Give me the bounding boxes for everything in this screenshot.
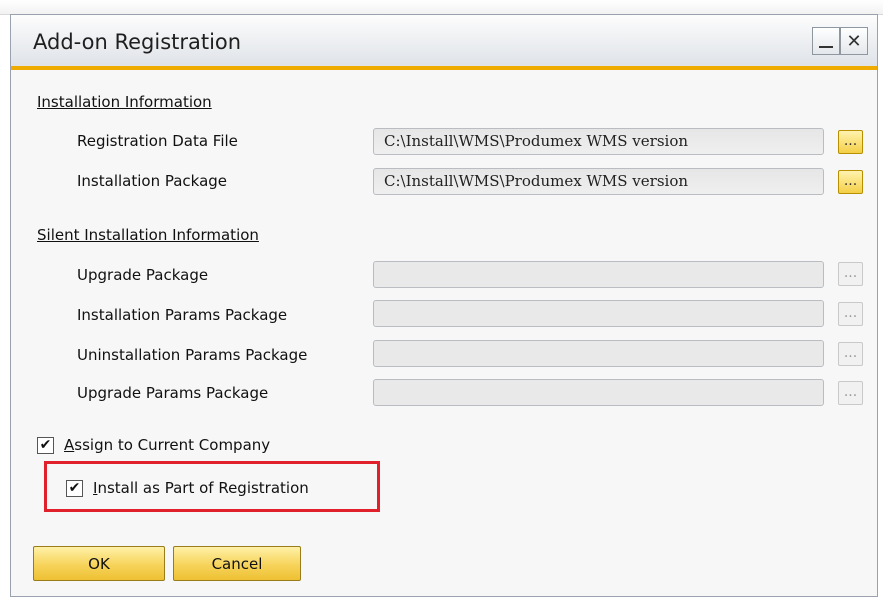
upgrade-params-package-field[interactable] <box>373 379 824 406</box>
checkmark-icon: ✔ <box>39 437 52 453</box>
installation-params-package-browse-button[interactable]: ... <box>838 302 863 326</box>
checkmark-icon: ✔ <box>68 480 81 496</box>
ok-button[interactable]: OK <box>33 546 165 581</box>
installation-params-package-field[interactable] <box>373 300 824 327</box>
install-as-part-of-registration-label: Install as Part of Registration <box>93 479 309 497</box>
assign-to-current-company-option[interactable]: ✔ Assign to Current Company <box>37 436 270 454</box>
assign-to-current-company-checkbox[interactable]: ✔ <box>37 436 54 454</box>
installation-package-label: Installation Package <box>77 172 228 190</box>
uninstallation-params-package-browse-button[interactable]: ... <box>838 342 863 366</box>
add-on-registration-dialog: Add-on Registration ✕ Installation Infor… <box>10 14 878 597</box>
installation-params-package-label: Installation Params Package <box>77 306 288 324</box>
section-title-silent-installation-information: Silent Installation Information <box>37 226 259 244</box>
title-bar: Add-on Registration ✕ <box>11 15 877 70</box>
minimize-button[interactable] <box>812 27 840 55</box>
upgrade-params-package-browse-button[interactable]: ... <box>838 381 863 405</box>
label-rest: nstall as Part of Registration <box>97 479 309 497</box>
assign-to-current-company-label: Assign to Current Company <box>64 436 270 454</box>
registration-data-file-label: Registration Data File <box>77 132 238 150</box>
installation-package-browse-button[interactable]: ... <box>838 170 863 194</box>
background-strip <box>0 0 883 15</box>
label-rest: ssign to Current Company <box>74 436 271 454</box>
minimize-icon <box>819 46 833 48</box>
window-title: Add-on Registration <box>33 30 242 54</box>
upgrade-package-label: Upgrade Package <box>77 266 209 284</box>
close-button[interactable]: ✕ <box>840 27 868 55</box>
install-as-part-of-registration-option[interactable]: ✔ Install as Part of Registration <box>66 479 309 497</box>
installation-package-field[interactable]: C:\Install\WMS\Produmex WMS version <box>373 168 824 195</box>
install-as-part-of-registration-checkbox[interactable]: ✔ <box>66 479 83 497</box>
uninstallation-params-package-field[interactable] <box>373 340 824 367</box>
close-icon: ✕ <box>846 30 862 52</box>
registration-data-file-field[interactable]: C:\Install\WMS\Produmex WMS version <box>373 128 824 155</box>
registration-data-file-browse-button[interactable]: ... <box>838 130 863 154</box>
upgrade-package-field[interactable] <box>373 261 824 288</box>
upgrade-package-browse-button[interactable]: ... <box>838 262 863 286</box>
upgrade-params-package-label: Upgrade Params Package <box>77 384 269 402</box>
hotkey-letter: A <box>64 436 75 454</box>
uninstallation-params-package-label: Uninstallation Params Package <box>77 346 308 364</box>
cancel-button[interactable]: Cancel <box>173 546 301 581</box>
section-title-installation-information: Installation Information <box>37 93 212 111</box>
